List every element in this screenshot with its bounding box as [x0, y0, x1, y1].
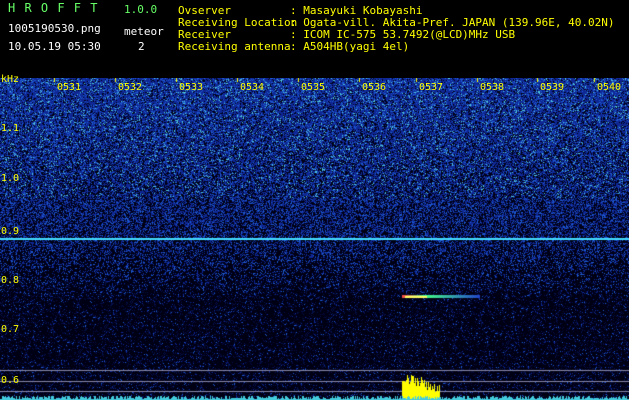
x-tick-label: 0536 — [362, 82, 387, 93]
y-axis-unit: kHz — [1, 74, 20, 85]
date-time: 10.05.19 05:30 — [8, 40, 101, 53]
header-panel: H R O F F T 1.0.0 1005190530.png meteor … — [0, 0, 629, 78]
app-version: 1.0.0 — [124, 3, 158, 16]
x-tick-label: 0532 — [118, 82, 143, 93]
x-tick-label: 0540 — [597, 82, 622, 93]
y-tick-label: 0.8 — [1, 275, 20, 286]
y-tick-label: 0.9 — [1, 226, 20, 237]
x-tick-label: 0538 — [480, 82, 505, 93]
x-tick-label: 0539 — [540, 82, 565, 93]
x-tick-label: 0533 — [179, 82, 204, 93]
y-tick-label: 1.0 — [1, 173, 20, 184]
y-tick-label: 0.7 — [1, 324, 20, 335]
y-tick-label: 0.6 — [1, 375, 20, 386]
x-tick-label: 0531 — [57, 82, 82, 93]
meteor-count: 2 — [138, 40, 145, 53]
meteor-label: meteor — [124, 25, 164, 38]
app-name: H R O F F T — [8, 1, 99, 15]
file-name: 1005190530.png — [8, 22, 101, 35]
info-label-antenna: Receiving antenna — [178, 40, 291, 53]
spectrogram-plot — [0, 78, 629, 400]
x-tick-label: 0537 — [419, 82, 444, 93]
y-tick-label: 1.1 — [1, 123, 20, 134]
x-tick-label: 0535 — [301, 82, 326, 93]
x-tick-label: 0534 — [240, 82, 265, 93]
info-value-antenna: : A504HB(yagi 4el) — [290, 40, 410, 53]
